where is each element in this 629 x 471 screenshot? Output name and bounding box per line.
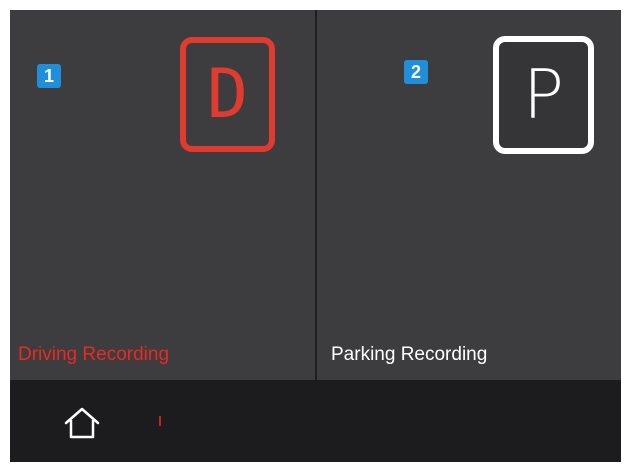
parking-recording-panel[interactable]: 2 P Parking Recording <box>317 10 621 380</box>
mode-letter: D <box>207 55 248 134</box>
driving-recording-panel[interactable]: 1 D Driving Recording <box>10 10 315 380</box>
panel-number-badge: 1 <box>37 64 61 88</box>
recording-mode-panels: 1 D Driving Recording 2 P Parking Record… <box>10 10 621 380</box>
driving-recording-label: Driving Recording <box>18 344 170 365</box>
recording-indicator <box>159 416 161 426</box>
dashcam-screen: 1 D Driving Recording 2 P Parking Record… <box>10 10 621 462</box>
home-button[interactable] <box>60 403 104 443</box>
parking-mode-icon: P <box>493 36 594 154</box>
home-icon <box>64 407 100 439</box>
driving-mode-icon: D <box>180 37 275 152</box>
panel-number-badge: 2 <box>404 60 428 84</box>
mode-letter: P <box>522 55 564 135</box>
parking-recording-label: Parking Recording <box>331 344 488 365</box>
bottom-bar <box>10 380 621 462</box>
